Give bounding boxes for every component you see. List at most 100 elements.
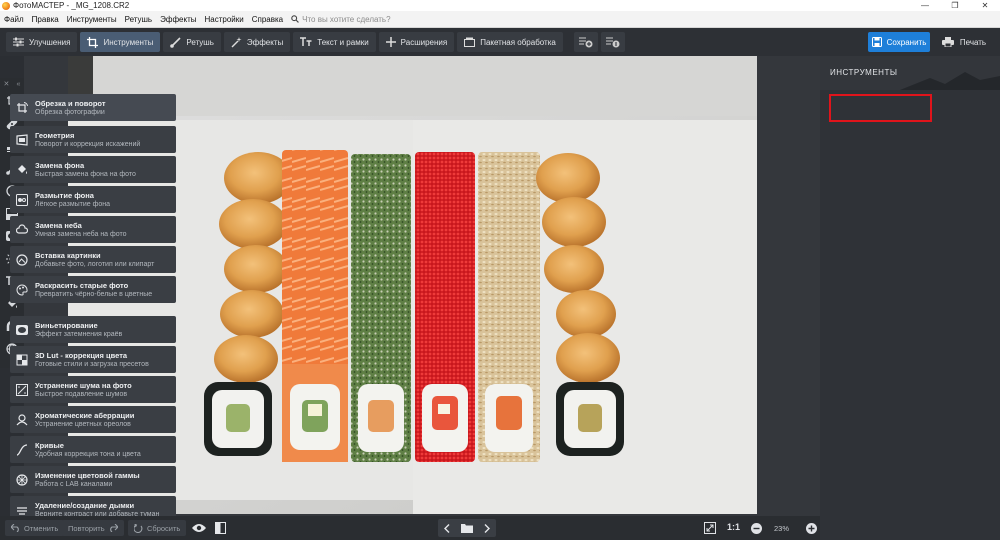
- insert-image-icon: [16, 254, 28, 266]
- tab-label: Пакетная обработка: [480, 37, 556, 47]
- tool-subtitle: Умная замена неба на фото: [35, 231, 127, 238]
- preview-toggle[interactable]: [192, 520, 206, 536]
- aberration-icon: [16, 414, 28, 426]
- search-icon: [291, 15, 299, 23]
- tool-colorize[interactable]: Раскрасить старые фото Превратить чёрно-…: [10, 276, 176, 303]
- menu-settings[interactable]: Настройки: [200, 15, 247, 24]
- blur-icon: [16, 194, 28, 206]
- reset-button[interactable]: Сбросить: [128, 520, 187, 536]
- undo-icon: [11, 524, 19, 532]
- print-label: Печать: [959, 37, 987, 47]
- tool-subtitle: Удобная коррекция тона и цвета: [35, 451, 141, 458]
- tool-title: Виньетирование: [35, 321, 98, 330]
- tool-replace-sky[interactable]: Замена неба Умная замена неба на фото: [10, 216, 176, 243]
- search-placeholder: Что вы хотите сделать?: [302, 14, 391, 24]
- geometry-icon: [16, 134, 28, 146]
- tab-label: Инструменты: [103, 37, 154, 47]
- tool-subtitle: Эффект затемнения краёв: [35, 331, 123, 338]
- tool-3d-lut[interactable]: 3D Lut - коррекция цвета Готовые стили и…: [10, 346, 176, 373]
- fit-screen-button[interactable]: [704, 520, 716, 536]
- tool-title: Замена неба: [35, 221, 82, 230]
- redo-icon: [109, 524, 118, 532]
- tool-title: Изменение цветовой гаммы: [35, 471, 140, 480]
- compare-toggle[interactable]: [215, 520, 226, 536]
- menu-help[interactable]: Справка: [248, 15, 287, 24]
- tool-chromatic-aberration[interactable]: Хроматические аберрации Устранение цветн…: [10, 406, 176, 433]
- main-toolbar: Улучшения Инструменты Ретушь Эффекты Тек…: [0, 28, 1000, 56]
- tool-title: Раскрасить старые фото: [35, 281, 129, 290]
- zoom-level: 23%: [774, 524, 790, 533]
- file-navigation: [438, 519, 496, 537]
- save-button[interactable]: Сохранить: [868, 32, 930, 52]
- tab-text-frames[interactable]: Текст и рамки: [293, 32, 376, 52]
- zoom-in-button[interactable]: [806, 520, 817, 536]
- tab-label: Текст и рамки: [317, 37, 369, 47]
- tool-geometry[interactable]: Геометрия Поворот и коррекция искажений: [10, 126, 176, 153]
- tab-retouch[interactable]: Ретушь: [163, 32, 221, 52]
- toolbox-close-button[interactable]: ✕: [4, 80, 10, 88]
- tool-curves[interactable]: Кривые Удобная коррекция тона и цвета: [10, 436, 176, 463]
- tool-subtitle: Быстрое подавление шумов: [35, 391, 128, 398]
- tool-insert-image[interactable]: Вставка картинки Добавьте фото, логотип …: [10, 246, 176, 273]
- add-layer-button[interactable]: [573, 32, 598, 52]
- tool-title: 3D Lut - коррекция цвета: [35, 351, 128, 360]
- tool-subtitle: Готовые стили и загрузка пресетов: [35, 361, 149, 368]
- tab-batch[interactable]: Пакетная обработка: [457, 32, 563, 52]
- tool-denoise[interactable]: Устранение шума на фото Быстрое подавлен…: [10, 376, 176, 403]
- undo-button[interactable]: Отменить: [5, 520, 65, 536]
- tab-tools[interactable]: Инструменты: [80, 32, 161, 52]
- zoom-out-button[interactable]: [751, 520, 762, 536]
- add-layer-icon: [578, 37, 593, 48]
- tool-title: Хроматические аберрации: [35, 411, 135, 420]
- maximize-button[interactable]: ❐: [940, 1, 970, 10]
- lut-icon: [16, 354, 28, 366]
- menu-search[interactable]: Что вы хотите сделать?: [291, 14, 391, 24]
- tool-crop-rotate[interactable]: Обрезка и поворот Обрезка фотографии: [10, 94, 176, 121]
- undo-label: Отменить: [24, 523, 59, 533]
- chevron-left-icon[interactable]: [443, 523, 450, 533]
- tool-blur-background[interactable]: Размытие фона Лёгкое размытие фона: [10, 186, 176, 213]
- tab-improvements[interactable]: Улучшения: [6, 32, 78, 52]
- reset-label: Сбросить: [147, 523, 181, 533]
- minimize-button[interactable]: —: [910, 1, 940, 10]
- mountain-decoration-icon: [900, 72, 1000, 90]
- print-button[interactable]: Печать: [934, 32, 994, 52]
- folder-icon[interactable]: [460, 523, 473, 533]
- tool-title: Удаление/создание дымки: [35, 501, 135, 510]
- tool-title: Геометрия: [35, 131, 75, 140]
- tool-subtitle: Устранение цветных ореолов: [35, 421, 131, 428]
- tool-vignette[interactable]: Виньетирование Эффект затемнения краёв: [10, 316, 176, 343]
- denoise-icon: [16, 384, 28, 396]
- layer-info-icon: [605, 37, 620, 48]
- palette-icon: [16, 284, 28, 296]
- tool-subtitle: Быстрая замена фона на фото: [35, 171, 136, 178]
- close-button[interactable]: ✕: [970, 1, 1000, 10]
- tab-effects[interactable]: Эффекты: [223, 32, 291, 52]
- tool-replace-background[interactable]: Замена фона Быстрая замена фона на фото: [10, 156, 176, 183]
- tab-extensions[interactable]: Расширения: [378, 32, 455, 52]
- tool-subtitle: Работа с LAB каналами: [35, 481, 113, 488]
- menu-tools[interactable]: Инструменты: [63, 15, 121, 24]
- tool-subtitle: Превратить чёрно-белые в цветные: [35, 291, 153, 298]
- actual-size-button[interactable]: 1:1: [727, 522, 740, 532]
- tool-title: Устранение шума на фото: [35, 381, 132, 390]
- cloud-icon: [16, 224, 28, 234]
- toolbox-collapse-button[interactable]: «: [17, 81, 21, 88]
- minus-circle-icon: [751, 522, 762, 534]
- menu-retouch[interactable]: Ретушь: [121, 15, 157, 24]
- tool-color-gamut[interactable]: Изменение цветовой гаммы Работа с LAB ка…: [10, 466, 176, 493]
- bottom-bar: Отменить Повторить Сбросить 1:1 23%: [0, 516, 820, 540]
- menu-file[interactable]: Файл: [0, 15, 28, 24]
- tool-title: Обрезка и поворот: [35, 99, 106, 108]
- tab-label: Улучшения: [29, 37, 71, 47]
- compare-icon: [215, 522, 226, 534]
- chevron-right-icon[interactable]: [484, 523, 491, 533]
- redo-button[interactable]: Повторить: [62, 520, 124, 536]
- reset-icon: [134, 523, 143, 533]
- menu-bar: Файл Правка Инструменты Ретушь Эффекты Н…: [0, 11, 1000, 28]
- layer-info-button[interactable]: [600, 32, 625, 52]
- panel-title: ИНСТРУМЕНТЫ: [830, 68, 898, 77]
- menu-effects[interactable]: Эффекты: [156, 15, 200, 24]
- menu-edit[interactable]: Правка: [28, 15, 63, 24]
- tool-title: Вставка картинки: [35, 251, 101, 260]
